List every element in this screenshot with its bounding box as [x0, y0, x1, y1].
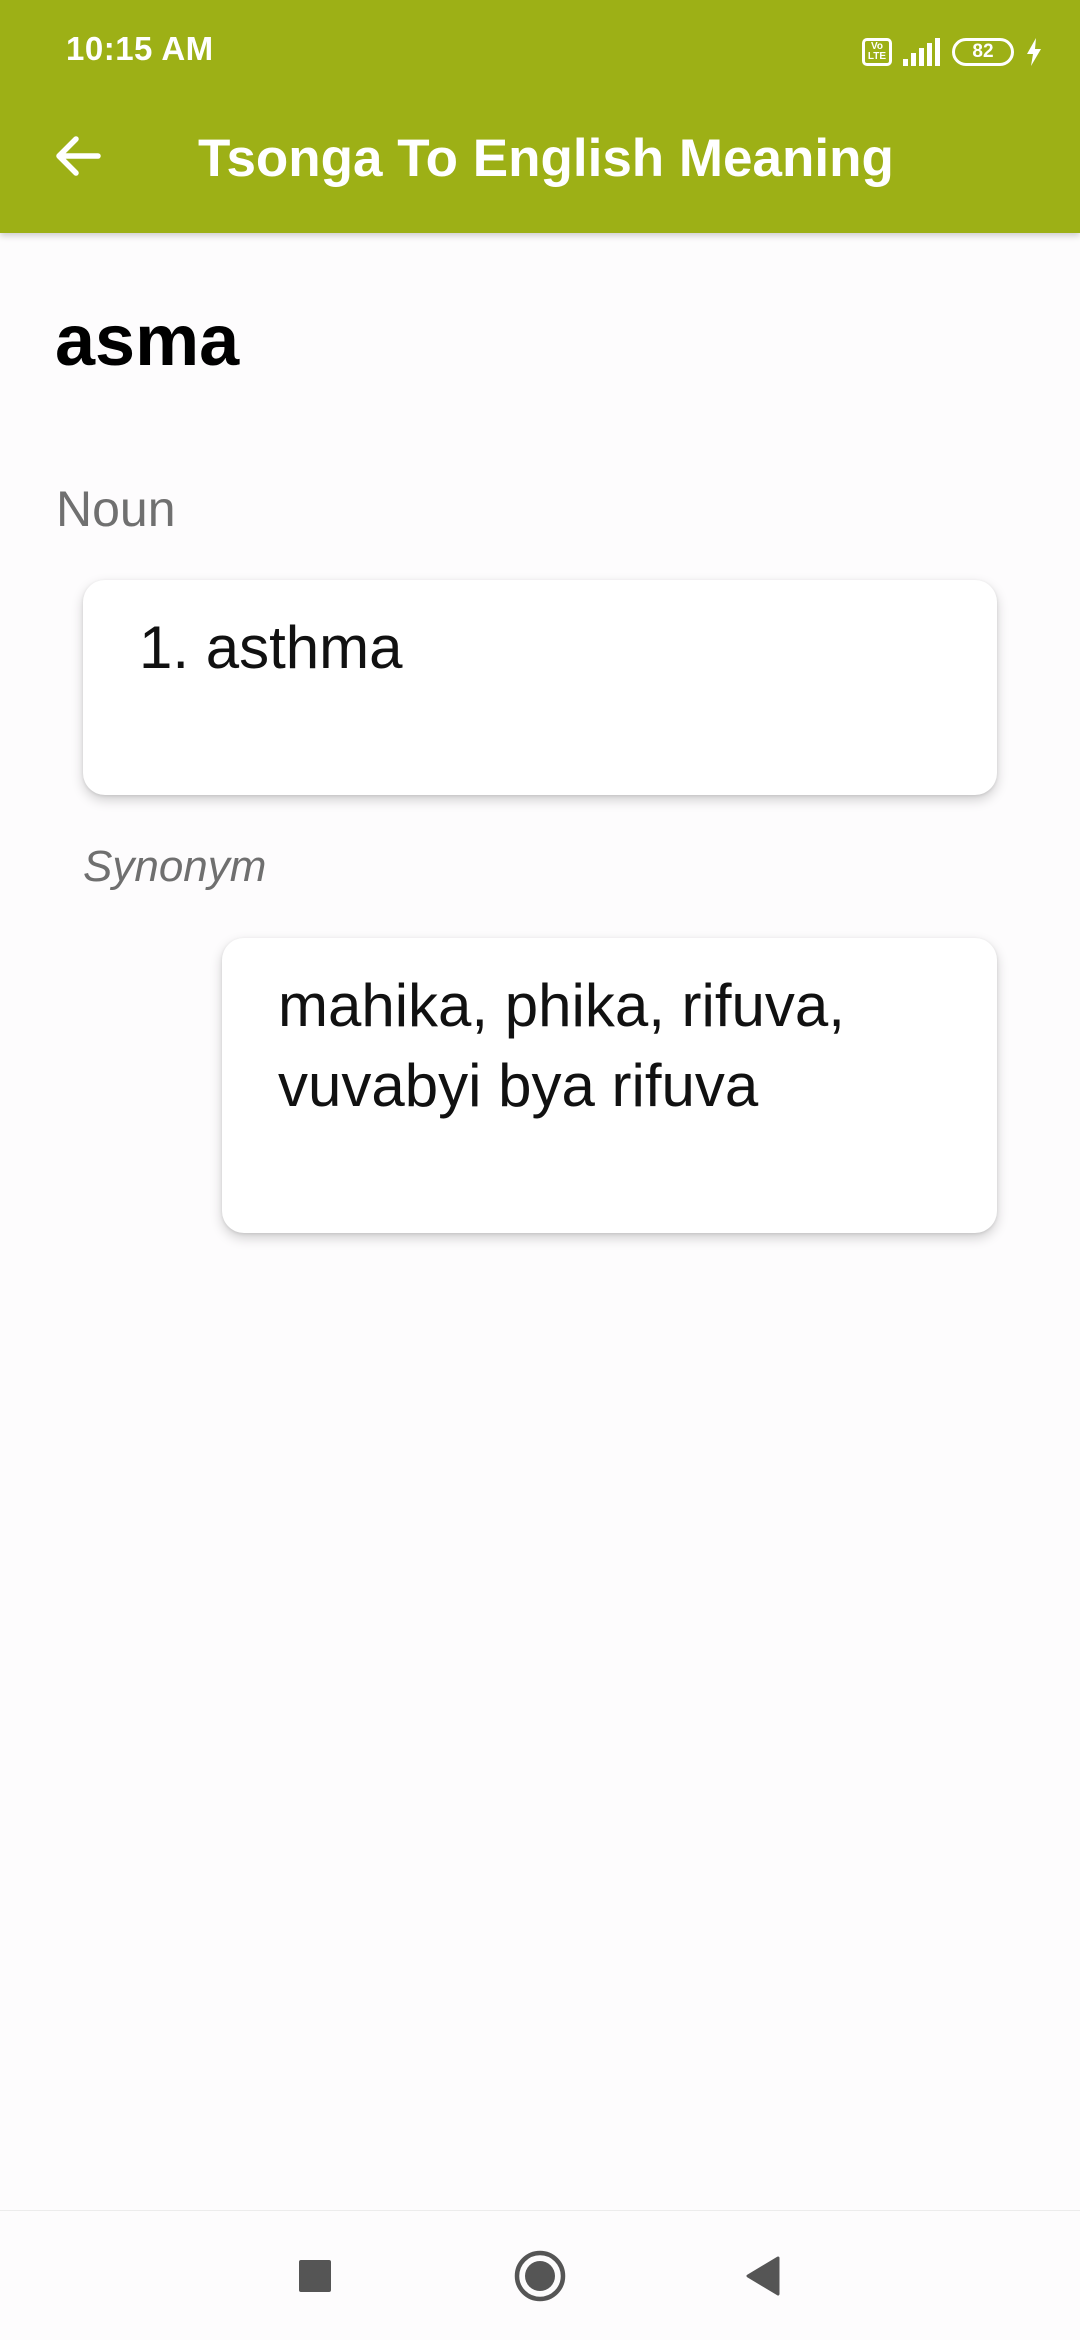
- back-button[interactable]: [40, 118, 116, 194]
- synonym-text: mahika, phika, rifuva, vuvabyi bya rifuv…: [278, 972, 845, 1119]
- synonym-label: Synonym: [83, 842, 267, 891]
- back-nav-button[interactable]: [728, 2241, 798, 2311]
- meaning-card: 1. asthma: [83, 580, 997, 795]
- battery-level: 82: [972, 41, 994, 62]
- home-circle-icon: [514, 2250, 566, 2302]
- status-time: 10:15 AM: [66, 30, 214, 67]
- signal-icon: [902, 37, 942, 67]
- back-triangle-icon: [746, 2256, 780, 2296]
- home-button[interactable]: [505, 2241, 575, 2311]
- app-bar: 10:15 AM Vo LTE 82 Tsonga To English Mea…: [0, 0, 1080, 233]
- recents-button[interactable]: [280, 2241, 350, 2311]
- charging-icon: [1024, 37, 1044, 67]
- meaning-text: 1. asthma: [139, 614, 403, 681]
- recents-square-icon: [299, 2260, 331, 2292]
- status-icons: Vo LTE 82: [862, 32, 1044, 72]
- volte-icon: Vo LTE: [862, 38, 892, 66]
- page-title: Tsonga To English Meaning: [198, 129, 894, 188]
- synonym-card: mahika, phika, rifuva, vuvabyi bya rifuv…: [222, 938, 997, 1233]
- battery-icon: 82: [952, 38, 1014, 66]
- arrow-left-icon: [56, 136, 101, 176]
- screen: 10:15 AM Vo LTE 82 Tsonga To English Mea…: [0, 0, 1080, 2340]
- navigation-bar: [0, 2210, 1080, 2340]
- part-of-speech: Noun: [56, 481, 176, 537]
- headword: asma: [55, 301, 240, 381]
